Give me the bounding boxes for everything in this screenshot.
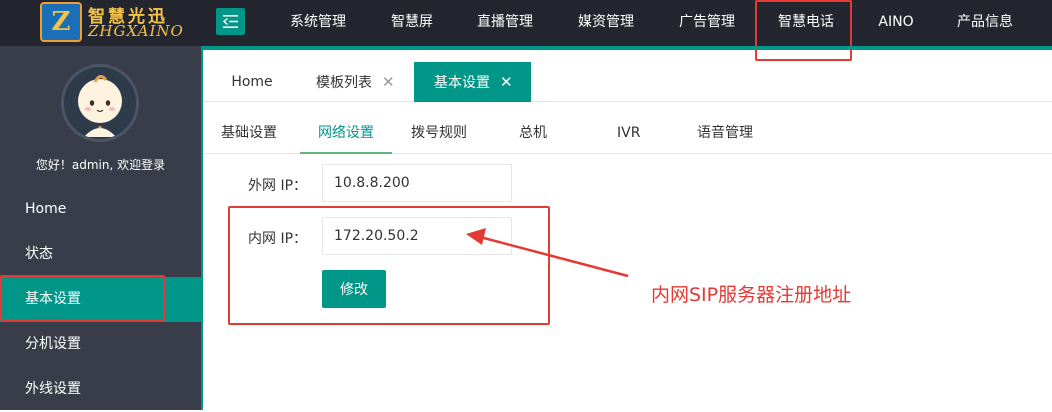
subtab-network[interactable]: 网络设置 [300,114,392,154]
subtab-ivr[interactable]: IVR [617,114,657,154]
sidebar: 您好！admin, 欢迎登录 Home 状态 基本设置 分机设置 外线设置 [0,46,201,410]
main-top-border [201,46,1052,50]
annotation-arrow-icon [466,228,629,278]
nav-product-info[interactable]: 产品信息 [936,0,1034,46]
nav-smart-screen[interactable]: 智慧屏 [368,0,456,46]
greeting-text: 您好！admin, 欢迎登录 [35,158,166,172]
external-ip-input[interactable] [322,164,512,202]
nav-ad-management[interactable]: 广告管理 [658,0,756,46]
nav-system-management[interactable]: 系统管理 [268,0,368,46]
tab-basic-settings[interactable]: 基本设置 ✕ [414,62,531,102]
close-icon[interactable]: ✕ [382,73,395,91]
tab-template-list[interactable]: 模板列表 ✕ [316,62,426,102]
external-ip-label: 外网 IP： [248,178,308,194]
logo-name-en: ZHGXAINO [88,22,184,40]
sidebar-item-extension-settings[interactable]: 分机设置 [0,322,201,367]
sidebar-item-trunk-settings[interactable]: 外线设置 [0,367,201,412]
subtab-dial-rules[interactable]: 拨号规则 [411,114,471,154]
close-icon[interactable]: ✕ [500,73,513,91]
logo[interactable]: Z 智慧光迅 ZHGXAINO [40,2,190,42]
tab-home-label: Home [231,74,273,90]
top-bar: Z 智慧光迅 ZHGXAINO 系统管理 智慧屏 直播管理 媒资管理 广告管理 … [0,0,1052,46]
nav-media-management[interactable]: 媒资管理 [554,0,658,46]
top-nav: 系统管理 智慧屏 直播管理 媒资管理 广告管理 智慧电话 AINO 产品信息 [268,0,1034,46]
subtab-switchboard[interactable]: 总机 [519,114,559,154]
menu-collapse-icon [223,15,238,28]
tab-template-list-label: 模板列表 [316,75,372,91]
sidebar-highlight-box [0,275,165,321]
tab-basic-settings-label: 基本设置 [434,75,490,91]
sidebar-item-status[interactable]: 状态 [0,232,201,277]
avatar [61,64,139,142]
logo-mark: Z [40,2,82,42]
page-tabs: Home 模板列表 ✕ 基本设置 ✕ [203,62,1052,102]
annotation-text: 内网SIP服务器注册地址 [651,284,852,306]
nav-live-management[interactable]: 直播管理 [456,0,554,46]
nav-highlight-box [755,0,852,61]
subtab-voice-management[interactable]: 语音管理 [697,114,767,154]
sidebar-item-home[interactable]: Home [0,187,201,232]
settings-subtabs: 基础设置 网络设置 拨号规则 总机 IVR 语音管理 [203,114,1052,154]
nav-aino[interactable]: AINO [856,0,936,46]
avatar-character-icon [64,67,136,139]
subtab-basic[interactable]: 基础设置 [221,114,281,154]
tab-home[interactable]: Home [203,62,301,102]
menu-toggle-button[interactable] [216,8,245,35]
